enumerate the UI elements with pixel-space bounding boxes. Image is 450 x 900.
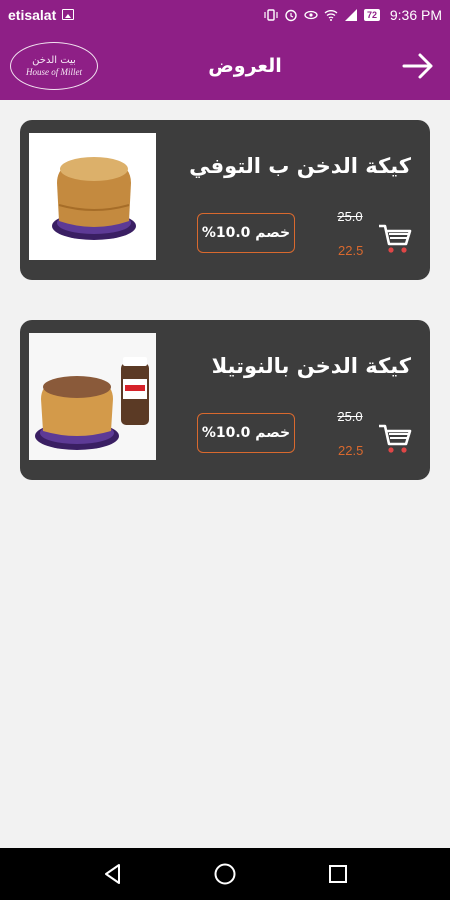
product-image xyxy=(29,133,156,260)
arrow-right-icon[interactable] xyxy=(400,48,436,84)
triangle-back-icon[interactable] xyxy=(101,862,125,886)
image-notification-icon xyxy=(62,9,74,20)
status-bar: etisalat 72 9:36 PM xyxy=(0,0,450,32)
status-icons: 72 xyxy=(264,7,380,23)
app-bar: بيت الدخن House of Millet العروض xyxy=(0,32,450,100)
new-price: 22.5 xyxy=(338,243,364,258)
product-name: كيكة الدخن ب التوفي xyxy=(189,154,411,178)
navigation-bar xyxy=(0,848,450,900)
eye-icon xyxy=(304,10,318,20)
signal-icon xyxy=(344,9,357,21)
old-price: 25.0 xyxy=(337,409,363,424)
offer-card[interactable]: كيكة الدخن ب التوفي خصم 10.0% 25.0 22.5 xyxy=(20,120,430,280)
wifi-icon xyxy=(324,10,338,21)
vibrate-icon xyxy=(264,9,278,21)
product-name: كيكة الدخن بالنوتيلا xyxy=(211,354,411,378)
product-image xyxy=(29,333,156,460)
discount-badge: خصم 10.0% xyxy=(197,413,295,453)
circle-home-icon[interactable] xyxy=(213,862,237,886)
carrier-label: etisalat xyxy=(8,7,57,23)
offer-card[interactable]: كيكة الدخن بالنوتيلا خصم 10.0% 25.0 22.5 xyxy=(20,320,430,480)
page-title: العروض xyxy=(208,55,282,77)
alarm-icon xyxy=(285,9,297,22)
cart-icon[interactable] xyxy=(378,422,412,456)
old-price: 25.0 xyxy=(337,209,363,224)
discount-badge: خصم 10.0% xyxy=(197,213,295,253)
clock: 9:36 PM xyxy=(389,7,442,23)
battery-icon: 72 xyxy=(363,9,380,21)
cart-icon[interactable] xyxy=(378,222,412,256)
square-recents-icon[interactable] xyxy=(326,862,350,886)
new-price: 22.5 xyxy=(338,443,364,458)
